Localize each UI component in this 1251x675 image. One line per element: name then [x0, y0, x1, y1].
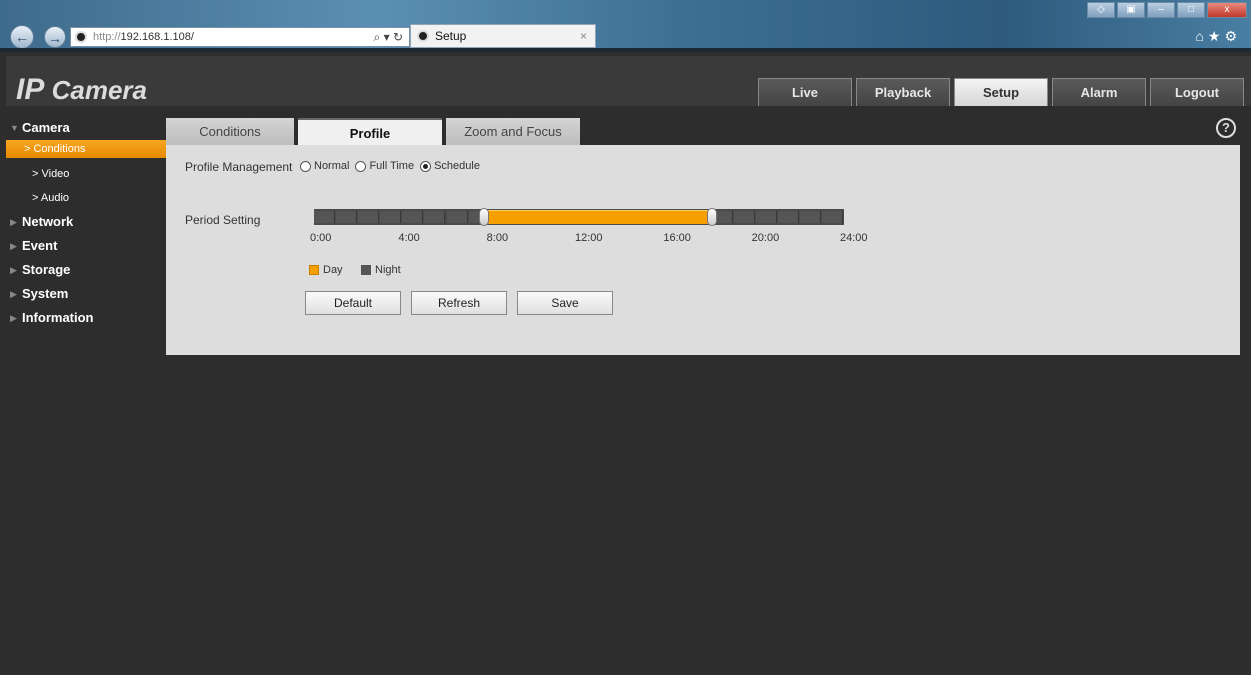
- day-swatch-icon: [309, 265, 319, 275]
- collapsed-triangle-icon: ▶: [10, 241, 17, 251]
- url-prefix: http://: [93, 31, 121, 43]
- day-end-handle[interactable]: [706, 208, 717, 226]
- site-icon: [75, 31, 87, 43]
- tab-alarm[interactable]: Alarm: [1052, 78, 1146, 106]
- sidebar-item-video[interactable]: > Video: [6, 162, 166, 186]
- sidebar-group-system[interactable]: ▶ System: [6, 282, 166, 306]
- close-window-icon[interactable]: x: [1207, 2, 1247, 18]
- tab-live[interactable]: Live: [758, 78, 852, 106]
- collapsed-triangle-icon: ▶: [10, 265, 17, 275]
- hour-segment: [755, 211, 777, 223]
- main-nav-tabs: Live Playback Setup Alarm Logout: [758, 78, 1248, 106]
- collapsed-triangle-icon: ▶: [10, 289, 17, 299]
- extra-window-button[interactable]: ◇: [1087, 2, 1115, 18]
- legend-day: Day: [309, 264, 343, 276]
- address-bar[interactable]: http://192.168.1.108/ ⌕ ▾ ↻: [70, 27, 410, 47]
- help-icon[interactable]: ?: [1216, 118, 1236, 138]
- profile-radio-group: Normal Full Time Schedule: [300, 160, 486, 172]
- forward-button[interactable]: →: [44, 26, 66, 48]
- sidebar-group-network[interactable]: ▶ Network: [6, 210, 166, 234]
- tab-favicon-icon: [417, 30, 429, 42]
- tab-setup[interactable]: Setup: [954, 78, 1048, 106]
- period-timeline[interactable]: [314, 208, 844, 226]
- extra-window-button-2[interactable]: ▣: [1117, 2, 1145, 18]
- browser-chrome: ← → http://192.168.1.108/ ⌕ ▾ ↻ Setup × …: [0, 0, 1251, 52]
- tick-label: 12:00: [575, 232, 603, 244]
- tab-conditions[interactable]: Conditions: [166, 118, 294, 145]
- browser-tab-title: Setup: [435, 29, 467, 43]
- radio-schedule[interactable]: Schedule: [420, 160, 480, 172]
- sidebar-group-camera[interactable]: ▼ Camera: [6, 116, 166, 140]
- collapsed-triangle-icon: ▶: [10, 313, 17, 323]
- hour-segment: [314, 211, 336, 223]
- minimize-icon[interactable]: –: [1147, 2, 1175, 18]
- refresh-button[interactable]: Refresh: [411, 291, 507, 315]
- hour-segment: [446, 211, 468, 223]
- day-start-handle[interactable]: [479, 208, 490, 226]
- radio-full-time-circle[interactable]: [355, 160, 367, 172]
- hour-segment: [799, 211, 821, 223]
- settings-gear-icon[interactable]: ⚙: [1224, 28, 1241, 44]
- tick-label: 16:00: [663, 232, 691, 244]
- home-icon[interactable]: ⌂: [1195, 28, 1207, 44]
- expanded-triangle-icon: ▼: [10, 123, 19, 133]
- browser-toolbar-icons: ⌂★⚙: [1195, 28, 1241, 45]
- profile-management-label: Profile Management: [185, 160, 293, 174]
- tab-logout[interactable]: Logout: [1150, 78, 1244, 106]
- hour-segment: [777, 211, 799, 223]
- hour-segment: [358, 211, 380, 223]
- window-controls: ◇ ▣ – □ x: [1085, 2, 1247, 20]
- hour-segment: [821, 211, 843, 223]
- hour-segment: [402, 211, 424, 223]
- tab-playback[interactable]: Playback: [856, 78, 950, 106]
- tab-zoom-and-focus[interactable]: Zoom and Focus: [446, 118, 580, 145]
- tick-label: 0:00: [310, 232, 332, 244]
- radio-full-time[interactable]: Full Time: [355, 160, 414, 172]
- tab-close-icon[interactable]: ×: [580, 25, 587, 47]
- tick-label: 8:00: [486, 232, 509, 244]
- sidebar-group-storage[interactable]: ▶ Storage: [6, 258, 166, 282]
- tick-label: 24:00: [840, 232, 868, 244]
- hour-segment: [336, 211, 358, 223]
- sidebar-group-event[interactable]: ▶ Event: [6, 234, 166, 258]
- legend-night: Night: [361, 264, 401, 276]
- back-button[interactable]: ←: [10, 25, 34, 49]
- save-button[interactable]: Save: [517, 291, 613, 315]
- hour-segment: [380, 211, 402, 223]
- back-arrow-icon: ←: [15, 29, 29, 45]
- collapsed-triangle-icon: ▶: [10, 217, 17, 227]
- radio-normal[interactable]: Normal: [300, 160, 349, 172]
- sidebar: ▼ Camera > Conditions > Video > Audio ▶ Ne…: [6, 116, 166, 330]
- hour-segment: [733, 211, 755, 223]
- search-refresh-icons[interactable]: ⌕ ▾ ↻: [374, 28, 403, 46]
- sidebar-group-information[interactable]: ▶ Information: [6, 306, 166, 330]
- radio-schedule-circle[interactable]: [420, 160, 432, 172]
- tick-label: 20:00: [751, 232, 780, 244]
- settings-panel: [166, 145, 1240, 355]
- sidebar-item-audio[interactable]: > Audio: [6, 186, 166, 210]
- sub-tabs: Conditions Profile Management Zoom and F…: [166, 118, 584, 169]
- tick-label: 4:00: [398, 232, 420, 244]
- browser-tab[interactable]: Setup ×: [410, 24, 596, 48]
- forward-arrow-icon: →: [48, 30, 62, 46]
- night-swatch-icon: [361, 265, 371, 275]
- app-header: IP Camera Live Playback Setup Alarm Logo…: [6, 56, 1251, 106]
- sidebar-item-conditions[interactable]: > Conditions: [6, 140, 166, 158]
- day-period-range[interactable]: [484, 210, 712, 224]
- hour-segment: [424, 211, 446, 223]
- tab-profile-management[interactable]: Profile Management: [298, 118, 442, 169]
- maximize-icon[interactable]: □: [1177, 2, 1205, 18]
- url-host: 192.168.1.108/: [120, 31, 194, 43]
- default-button[interactable]: Default: [305, 291, 401, 315]
- app-logo: IP Camera: [16, 73, 147, 106]
- radio-normal-circle[interactable]: [300, 160, 311, 172]
- favorites-star-icon[interactable]: ★: [1208, 28, 1225, 44]
- period-setting-label: Period Setting: [185, 213, 261, 227]
